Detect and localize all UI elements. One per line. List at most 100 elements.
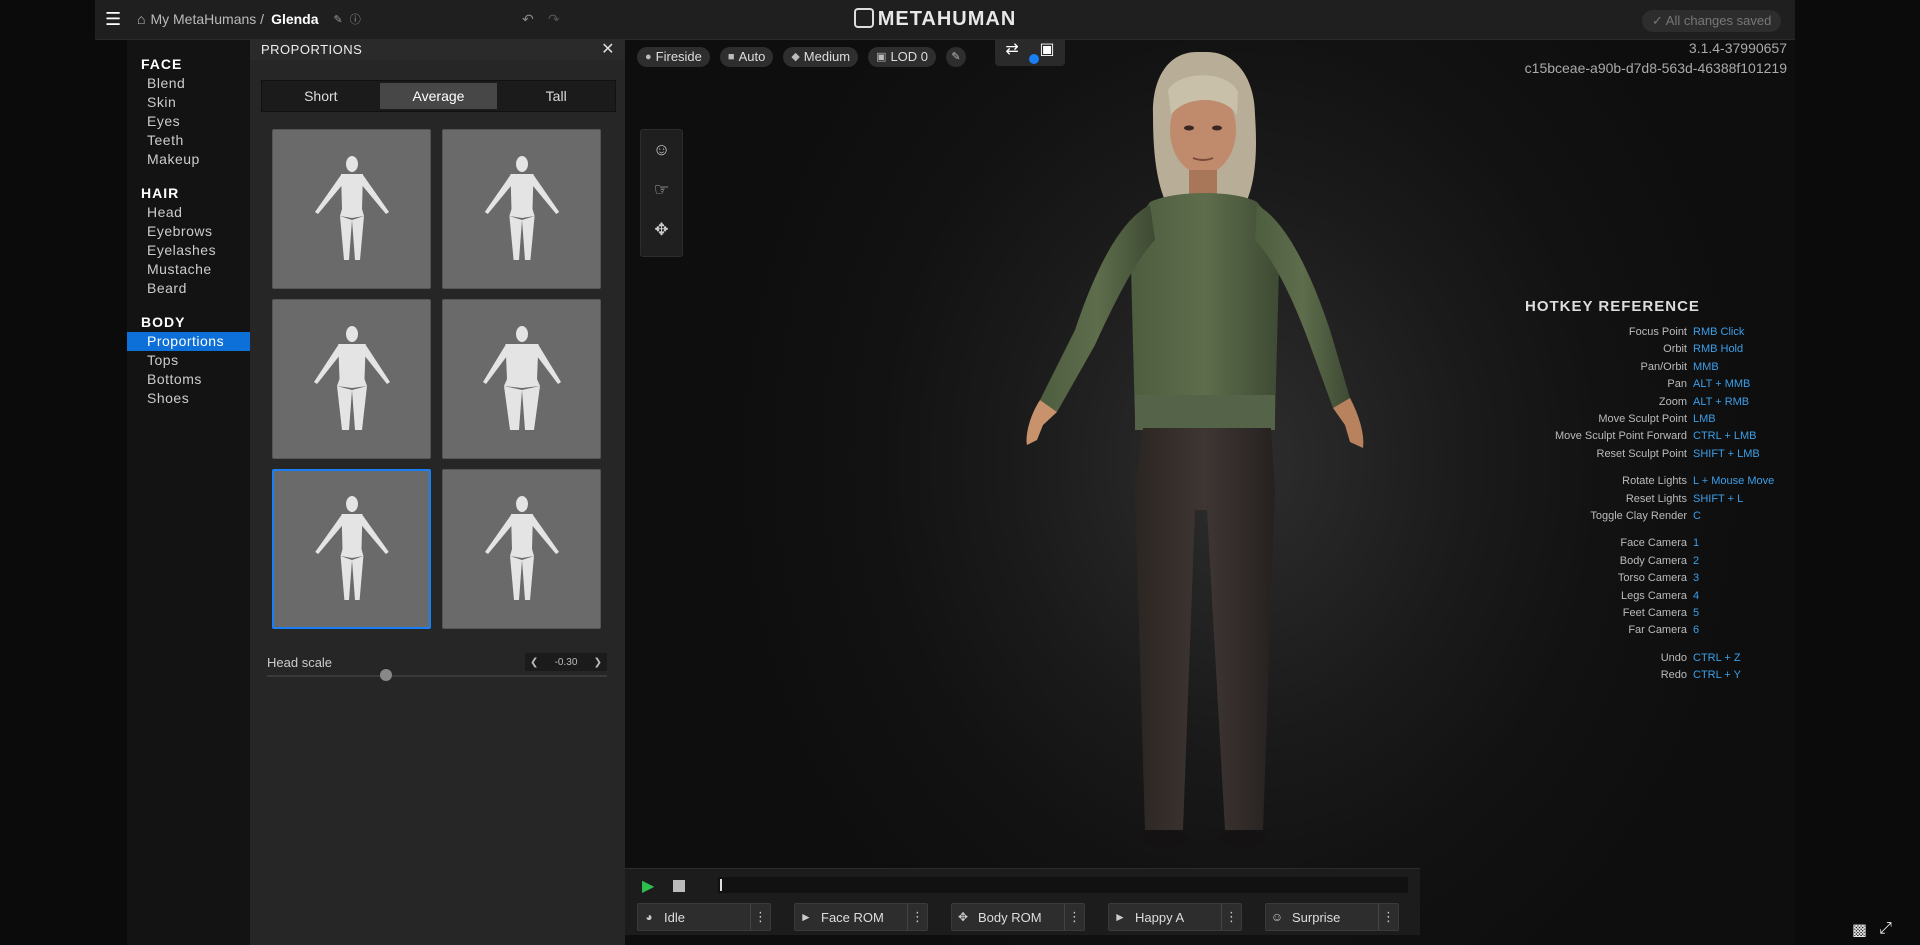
body-preset-tile[interactable] [442,299,601,459]
nav-item-proportions[interactable]: Proportions [127,332,250,351]
hotkey-row: Undo CTRL + Z [1525,651,1790,665]
hotkey-binding: 3 [1693,572,1700,585]
hotkey-action: Legs Camera [1620,589,1687,602]
nav-item-shoes[interactable]: Shoes [127,389,250,408]
body-figure-icon [484,496,559,600]
rename-icon[interactable]: ✎ [334,13,343,26]
more-options-icon[interactable]: ⋮ [1378,904,1398,930]
hotkey-row: Rotate Lights L + Mouse Move [1525,474,1790,488]
nav-item-tops[interactable]: Tops [127,351,250,370]
nav-item-bottoms[interactable]: Bottoms [127,370,250,389]
more-options-icon[interactable]: ⋮ [907,904,927,930]
chip-lod[interactable]: ▣ LOD 0 [868,47,937,67]
nav-item-blend[interactable]: Blend [127,74,250,93]
chip-more[interactable]: ✎ [946,47,967,67]
play-icon[interactable]: ▶ [642,876,654,896]
stats-icon[interactable]: ▩ [1852,920,1867,940]
nav-section-title: BODY [141,314,186,330]
hotkey-row: Reset Lights SHIFT + L [1525,492,1790,506]
head-scale-slider-track[interactable] [267,675,607,677]
body-figure-icon [314,156,389,260]
nav-item-skin[interactable]: Skin [127,93,250,112]
chip-label: Auto [738,49,766,64]
animation-face-rom[interactable]: ► Face ROM ⋮ [794,903,928,931]
hotkey-row: Legs Camera 4 [1525,589,1790,603]
hotkey-binding: 2 [1693,554,1700,567]
chip-quality[interactable]: ◆ Medium [783,47,859,67]
segment-short[interactable]: Short [262,81,380,111]
hamburger-menu-icon[interactable]: ☰ [105,10,123,28]
more-options-icon[interactable]: ⋮ [750,904,770,930]
hotkey-row: Pan ALT + MMB [1525,377,1790,391]
sculpt-icon: ✎ [951,51,961,63]
undo-icon[interactable]: ↶ [522,11,534,28]
animation-surprise[interactable]: ☺ Surprise ⋮ [1265,903,1399,931]
fullscreen-icon[interactable]: ⤢ [1879,920,1892,940]
home-icon[interactable]: ⌂ [137,11,145,27]
nav-item-mustache[interactable]: Mustache [127,260,250,279]
nav-item-eyebrows[interactable]: Eyebrows [127,222,250,241]
stop-icon[interactable] [673,880,685,892]
chevron-left-icon[interactable]: ❮ [530,657,538,668]
corner-controls: ▩ ⤢ [1852,920,1892,940]
hotkey-binding: CTRL + Z [1693,651,1741,664]
close-icon[interactable]: ✕ [601,40,615,60]
chip-label: LOD 0 [890,49,929,64]
more-options-icon[interactable]: ⋮ [1064,904,1084,930]
body-preset-tile[interactable] [272,469,431,629]
move-tool-icon[interactable]: ✥ [641,210,682,250]
nav-item-eyelashes[interactable]: Eyelashes [127,241,250,260]
segment-average[interactable]: Average [379,83,498,109]
status-dot [1029,54,1039,64]
nav-section-title: FACE [141,56,183,72]
animation-label: Face ROM [821,909,884,925]
breadcrumb-root[interactable]: My MetaHumans / [150,11,264,27]
hotkey-action: Focus Point [1628,326,1687,338]
animation-label: Body ROM [978,909,1042,925]
proportions-panel: PROPORTIONS ✕ Short Average Tall Head scal… [250,40,625,945]
head-scale-slider-thumb[interactable] [380,669,392,681]
render-view-icon[interactable]: ▣ [1040,40,1055,59]
help-icon[interactable]: ⓘ [350,11,361,27]
nav-item-teeth[interactable]: Teeth [127,131,250,150]
redo-icon[interactable]: ↷ [548,11,560,28]
nav-item-eyes[interactable]: Eyes [127,112,250,131]
chip-lighting[interactable]: ● Fireside [637,47,710,67]
animation-label: Happy A [1135,909,1185,925]
nav-item-makeup[interactable]: Makeup [127,150,250,169]
hotkey-row: Focus Point RMB Click [1525,325,1790,339]
swap-view-icon[interactable]: ⇄ [1005,40,1018,59]
lighting-icon: ● [645,51,652,63]
animation-happy-a[interactable]: ► Happy A ⋮ [1108,903,1242,931]
sculpt-tool-icon[interactable]: ☞ [641,170,682,210]
head-scale-stepper[interactable]: ❮ -0.30 ❯ [525,653,607,671]
version-info: 3.1.4-37990657 c15bceae-a90b-d7d8-563d-4… [1525,40,1787,78]
timeline-cursor[interactable] [720,879,722,891]
segment-tall[interactable]: Tall [497,81,615,111]
chip-label: Fireside [655,49,702,64]
more-options-icon[interactable]: ⋮ [1221,904,1241,930]
body-preset-tile[interactable] [272,129,431,289]
body-preset-tile[interactable] [442,129,601,289]
animation-body-rom[interactable]: ✥ Body ROM ⋮ [951,903,1085,931]
animation-timeline[interactable] [718,877,1408,893]
nav-item-head[interactable]: Head [127,203,250,222]
hotkey-action: Toggle Clay Render [1590,510,1687,522]
panel-title: PROPORTIONS [261,42,363,57]
nav-item-beard[interactable]: Beard [127,279,250,298]
body-preset-tile[interactable] [442,469,601,629]
hotkey-row: Far Camera 6 [1525,623,1790,637]
face-camera-icon[interactable]: ☺ [641,130,682,170]
left-nav: FACE Blend Skin Eyes Teeth Makeup HAIR Head Eyeb… [127,40,250,945]
3d-viewport[interactable]: ● Fireside ■ Auto ◆ Medium ▣ LOD 0 ✎ ⇄ ▣ 3.1.4-3… [625,40,1795,945]
head-scale-value[interactable]: -0.30 [555,657,578,668]
hotkey-binding: 5 [1693,607,1700,619]
nav-section-face: FACE Blend Skin Eyes Teeth Makeup [127,54,250,169]
chip-camera-mode[interactable]: ■ Auto [719,47,774,67]
animation-idle[interactable]: ◕ Idle ⋮ [637,903,771,931]
chevron-right-icon[interactable]: ❯ [594,657,602,668]
height-segment-control: Short Average Tall [261,80,616,112]
body-preset-tile[interactable] [272,299,431,459]
hotkey-action: Reset Sculpt Point [1596,447,1688,460]
hotkey-action: Orbit [1663,343,1687,356]
